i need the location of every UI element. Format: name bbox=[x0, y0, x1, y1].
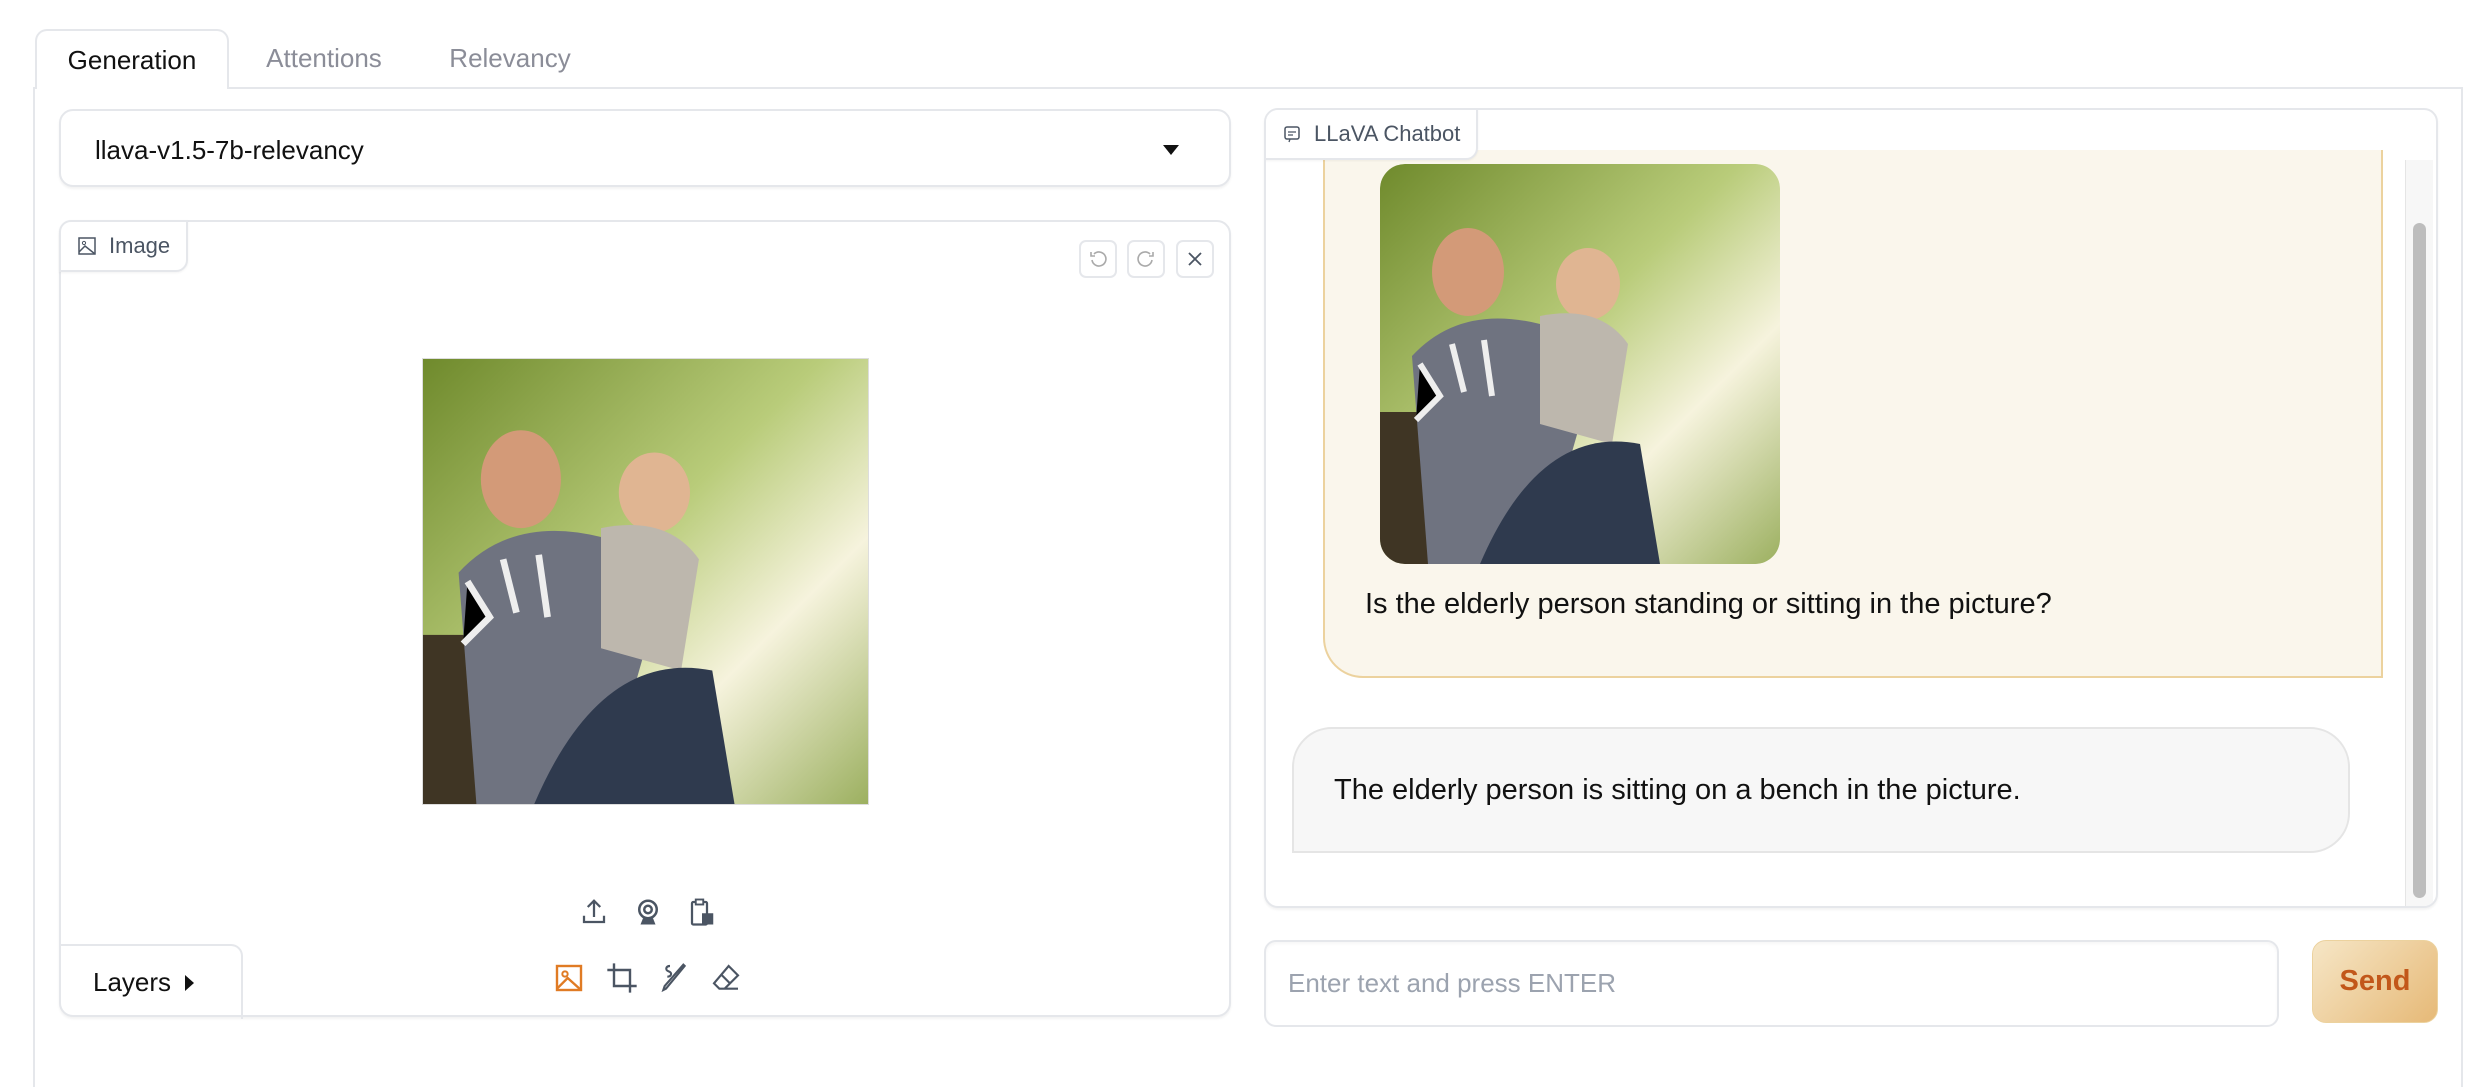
redo-button[interactable] bbox=[1127, 240, 1165, 278]
eraser-icon[interactable] bbox=[710, 962, 742, 994]
image-tool-icon[interactable] bbox=[553, 962, 585, 994]
undo-button[interactable] bbox=[1079, 240, 1117, 278]
crop-icon[interactable] bbox=[606, 962, 638, 994]
bot-message: The elderly person is sitting on a bench… bbox=[1292, 727, 2350, 853]
image-icon bbox=[78, 237, 96, 255]
send-button[interactable]: Send bbox=[2312, 940, 2438, 1023]
close-icon bbox=[1188, 252, 1202, 266]
message-input[interactable] bbox=[1264, 940, 2279, 1027]
tab-attentions[interactable]: Attentions bbox=[240, 29, 408, 87]
chatbot-panel: LLaVA Chatbot Is the elderly person stan… bbox=[1264, 108, 2438, 908]
clipboard-icon[interactable] bbox=[687, 897, 717, 927]
chat-scrollbar[interactable] bbox=[2405, 160, 2433, 906]
uploaded-photo bbox=[422, 358, 869, 805]
tab-generation[interactable]: Generation bbox=[35, 29, 229, 89]
undo-icon bbox=[1090, 251, 1107, 267]
user-message-text: Is the elderly person standing or sittin… bbox=[1365, 588, 2052, 620]
chatbot-label-text: LLaVA Chatbot bbox=[1314, 121, 1461, 146]
webcam-icon[interactable] bbox=[633, 897, 663, 927]
image-label: Image bbox=[59, 220, 189, 272]
brush-icon[interactable] bbox=[658, 962, 690, 994]
scrollbar-thumb[interactable] bbox=[2413, 223, 2426, 898]
model-dropdown-value: llava-v1.5-7b-relevancy bbox=[95, 135, 364, 165]
chat-icon bbox=[1284, 126, 1300, 143]
close-button[interactable] bbox=[1176, 240, 1214, 278]
user-message: Is the elderly person standing or sittin… bbox=[1323, 150, 2383, 678]
chevron-down-icon bbox=[1163, 145, 1179, 155]
redo-icon bbox=[1137, 251, 1154, 267]
message-image bbox=[1380, 164, 1780, 564]
bot-message-text: The elderly person is sitting on a bench… bbox=[1334, 773, 2021, 806]
image-label-text: Image bbox=[109, 233, 171, 258]
layers-label: Layers bbox=[93, 967, 172, 997]
chatbot-label: LLaVA Chatbot bbox=[1266, 110, 1479, 160]
layers-button[interactable]: Layers bbox=[59, 944, 243, 1019]
caret-right-icon bbox=[185, 974, 195, 991]
tab-relevancy[interactable]: Relevancy bbox=[430, 29, 590, 87]
model-dropdown[interactable]: llava-v1.5-7b-relevancy bbox=[59, 109, 1231, 187]
image-editor: Image Layers bbox=[59, 220, 1231, 1019]
upload-icon[interactable] bbox=[579, 897, 609, 927]
